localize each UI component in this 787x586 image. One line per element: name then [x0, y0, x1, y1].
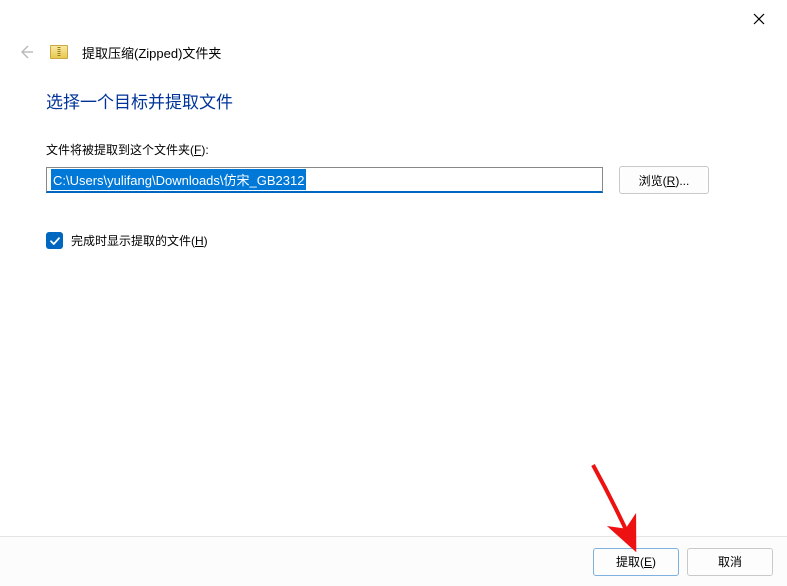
header-row: 提取压缩(Zipped)文件夹: [0, 34, 787, 70]
destination-input[interactable]: C:\Users\yulifang\Downloads\仿宋_GB2312: [46, 167, 603, 193]
page-heading: 选择一个目标并提取文件: [46, 88, 741, 113]
content-area: 选择一个目标并提取文件 文件将被提取到这个文件夹(F): C:\Users\yu…: [0, 70, 787, 536]
show-files-checkbox[interactable]: [46, 232, 63, 249]
close-button[interactable]: [745, 8, 773, 30]
zip-folder-icon: [50, 45, 68, 59]
extract-wizard-dialog: 提取压缩(Zipped)文件夹 选择一个目标并提取文件 文件将被提取到这个文件夹…: [0, 0, 787, 586]
show-files-checkbox-label: 完成时显示提取的文件(H): [71, 232, 208, 249]
browse-button[interactable]: 浏览(R)...: [619, 166, 709, 194]
destination-input-value: C:\Users\yulifang\Downloads\仿宋_GB2312: [51, 169, 306, 190]
cancel-button[interactable]: 取消: [687, 548, 773, 576]
extract-button[interactable]: 提取(E): [593, 548, 679, 576]
show-files-checkbox-row: 完成时显示提取的文件(H): [46, 232, 741, 249]
destination-row: C:\Users\yulifang\Downloads\仿宋_GB2312 浏览…: [46, 166, 741, 194]
dialog-title: 提取压缩(Zipped)文件夹: [82, 43, 221, 62]
titlebar: [0, 0, 787, 34]
dialog-footer: 提取(E) 取消: [0, 536, 787, 586]
back-arrow-icon[interactable]: [16, 42, 36, 62]
destination-label: 文件将被提取到这个文件夹(F):: [46, 141, 741, 158]
